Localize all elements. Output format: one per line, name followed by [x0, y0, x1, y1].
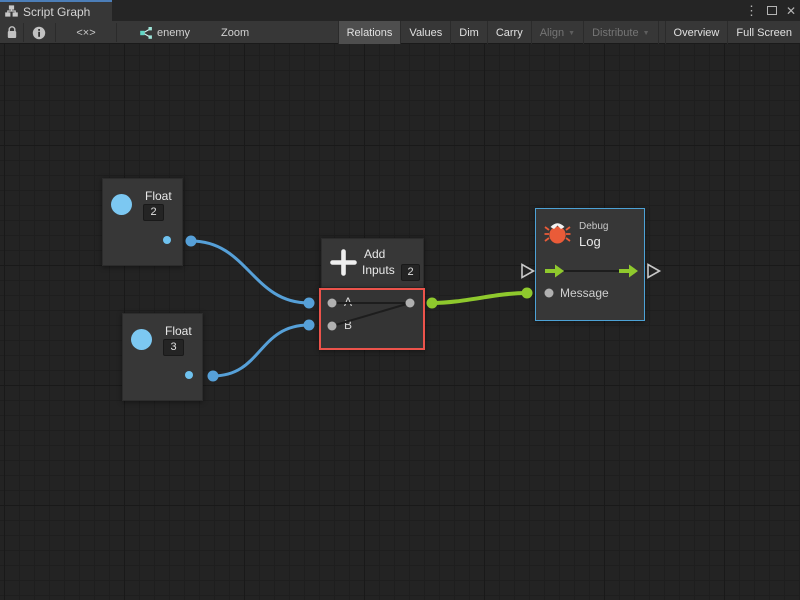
dim-button[interactable]: Dim [450, 21, 487, 44]
wire-float2-to-b[interactable] [213, 325, 309, 376]
overview-button[interactable]: Overview [665, 21, 728, 44]
tab-script-graph[interactable]: Script Graph [0, 0, 112, 21]
lock-button[interactable] [2, 21, 22, 44]
wire-endpoint[interactable] [304, 298, 315, 309]
full-screen-button[interactable]: Full Screen [727, 21, 800, 44]
window-controls: ⋮ ✕ [745, 0, 796, 21]
code-preview-button[interactable]: <×> [57, 21, 115, 44]
chevron-down-icon: ▼ [568, 28, 575, 37]
float1-output-port[interactable] [163, 236, 171, 244]
relations-button[interactable]: Relations [338, 21, 401, 44]
align-label: Align [540, 27, 564, 39]
overview-label: Overview [674, 27, 720, 39]
tab-bar: Script Graph ⋮ ✕ [0, 0, 800, 21]
carry-label: Carry [496, 27, 523, 39]
code-icon: <×> [76, 27, 95, 39]
wire-endpoint[interactable] [186, 236, 197, 247]
flow-entry-triangle-icon[interactable] [522, 265, 534, 278]
maximize-icon[interactable] [767, 6, 777, 15]
wire-endpoint[interactable] [304, 320, 315, 331]
relation-line-b-to-output [332, 303, 410, 326]
tab-title: Script Graph [23, 5, 90, 19]
graph-name[interactable]: enemy [157, 27, 190, 39]
info-button[interactable] [25, 21, 53, 44]
distribute-label: Distribute [592, 27, 638, 39]
wire-endpoint[interactable] [522, 288, 533, 299]
distribute-button[interactable]: Distribute ▼ [583, 21, 657, 44]
values-label: Values [409, 27, 442, 39]
relations-label: Relations [347, 27, 393, 39]
graph-canvas[interactable]: Float 2 Float 3 Add Inputs 2 A B [0, 44, 800, 600]
zoom-label: Zoom [221, 27, 249, 39]
wire-sum-to-message[interactable] [432, 293, 527, 303]
toolbar-separator [116, 23, 117, 42]
graph-toolbar: <×> enemy Zoom 1x Relations Values Dim [0, 21, 800, 44]
wire-float1-to-a[interactable] [191, 241, 309, 303]
close-icon[interactable]: ✕ [786, 5, 796, 17]
flow-exit-triangle-icon[interactable] [648, 265, 660, 278]
message-input-port[interactable] [545, 289, 554, 298]
float2-output-port[interactable] [185, 371, 193, 379]
toolbar-button-group: Relations Values Dim Carry Align ▼ Distr… [338, 21, 800, 44]
dim-label: Dim [459, 27, 479, 39]
lock-icon [6, 26, 18, 39]
flow-input-port[interactable] [545, 265, 564, 278]
graph-asset-icon [137, 21, 154, 44]
connections-overlay [0, 44, 800, 600]
flow-output-port[interactable] [619, 265, 638, 278]
add-input-b-port[interactable] [328, 322, 337, 331]
add-output-port[interactable] [406, 299, 415, 308]
script-graph-window: Script Graph ⋮ ✕ <×> [0, 0, 800, 600]
carry-button[interactable]: Carry [487, 21, 531, 44]
add-input-a-port[interactable] [328, 299, 337, 308]
toolbar-separator [23, 23, 24, 42]
values-button[interactable]: Values [400, 21, 450, 44]
wire-endpoint[interactable] [208, 371, 219, 382]
info-icon [32, 26, 46, 40]
toolbar-separator [55, 23, 56, 42]
kebab-menu-icon[interactable]: ⋮ [745, 4, 758, 17]
toolbar-gap [658, 21, 665, 44]
graph-hierarchy-icon [5, 5, 18, 18]
wire-endpoint[interactable] [427, 298, 438, 309]
full-screen-label: Full Screen [736, 27, 792, 39]
chevron-down-icon: ▼ [643, 28, 650, 37]
align-button[interactable]: Align ▼ [531, 21, 583, 44]
